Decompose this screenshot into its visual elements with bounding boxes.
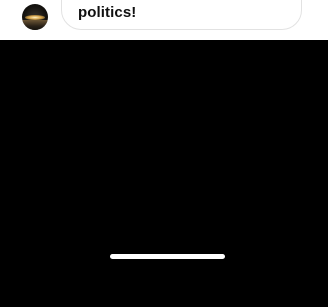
avatar-sun-graphic [25, 15, 45, 20]
video-player[interactable] [0, 40, 328, 307]
user-avatar[interactable] [22, 4, 48, 30]
avatar-horizon-graphic [22, 20, 48, 30]
home-indicator[interactable] [110, 254, 225, 259]
chat-message-row: politics! [0, 0, 328, 40]
message-text: politics! [78, 4, 137, 21]
screen: politics! [0, 0, 328, 307]
message-bubble[interactable]: politics! [61, 0, 302, 30]
